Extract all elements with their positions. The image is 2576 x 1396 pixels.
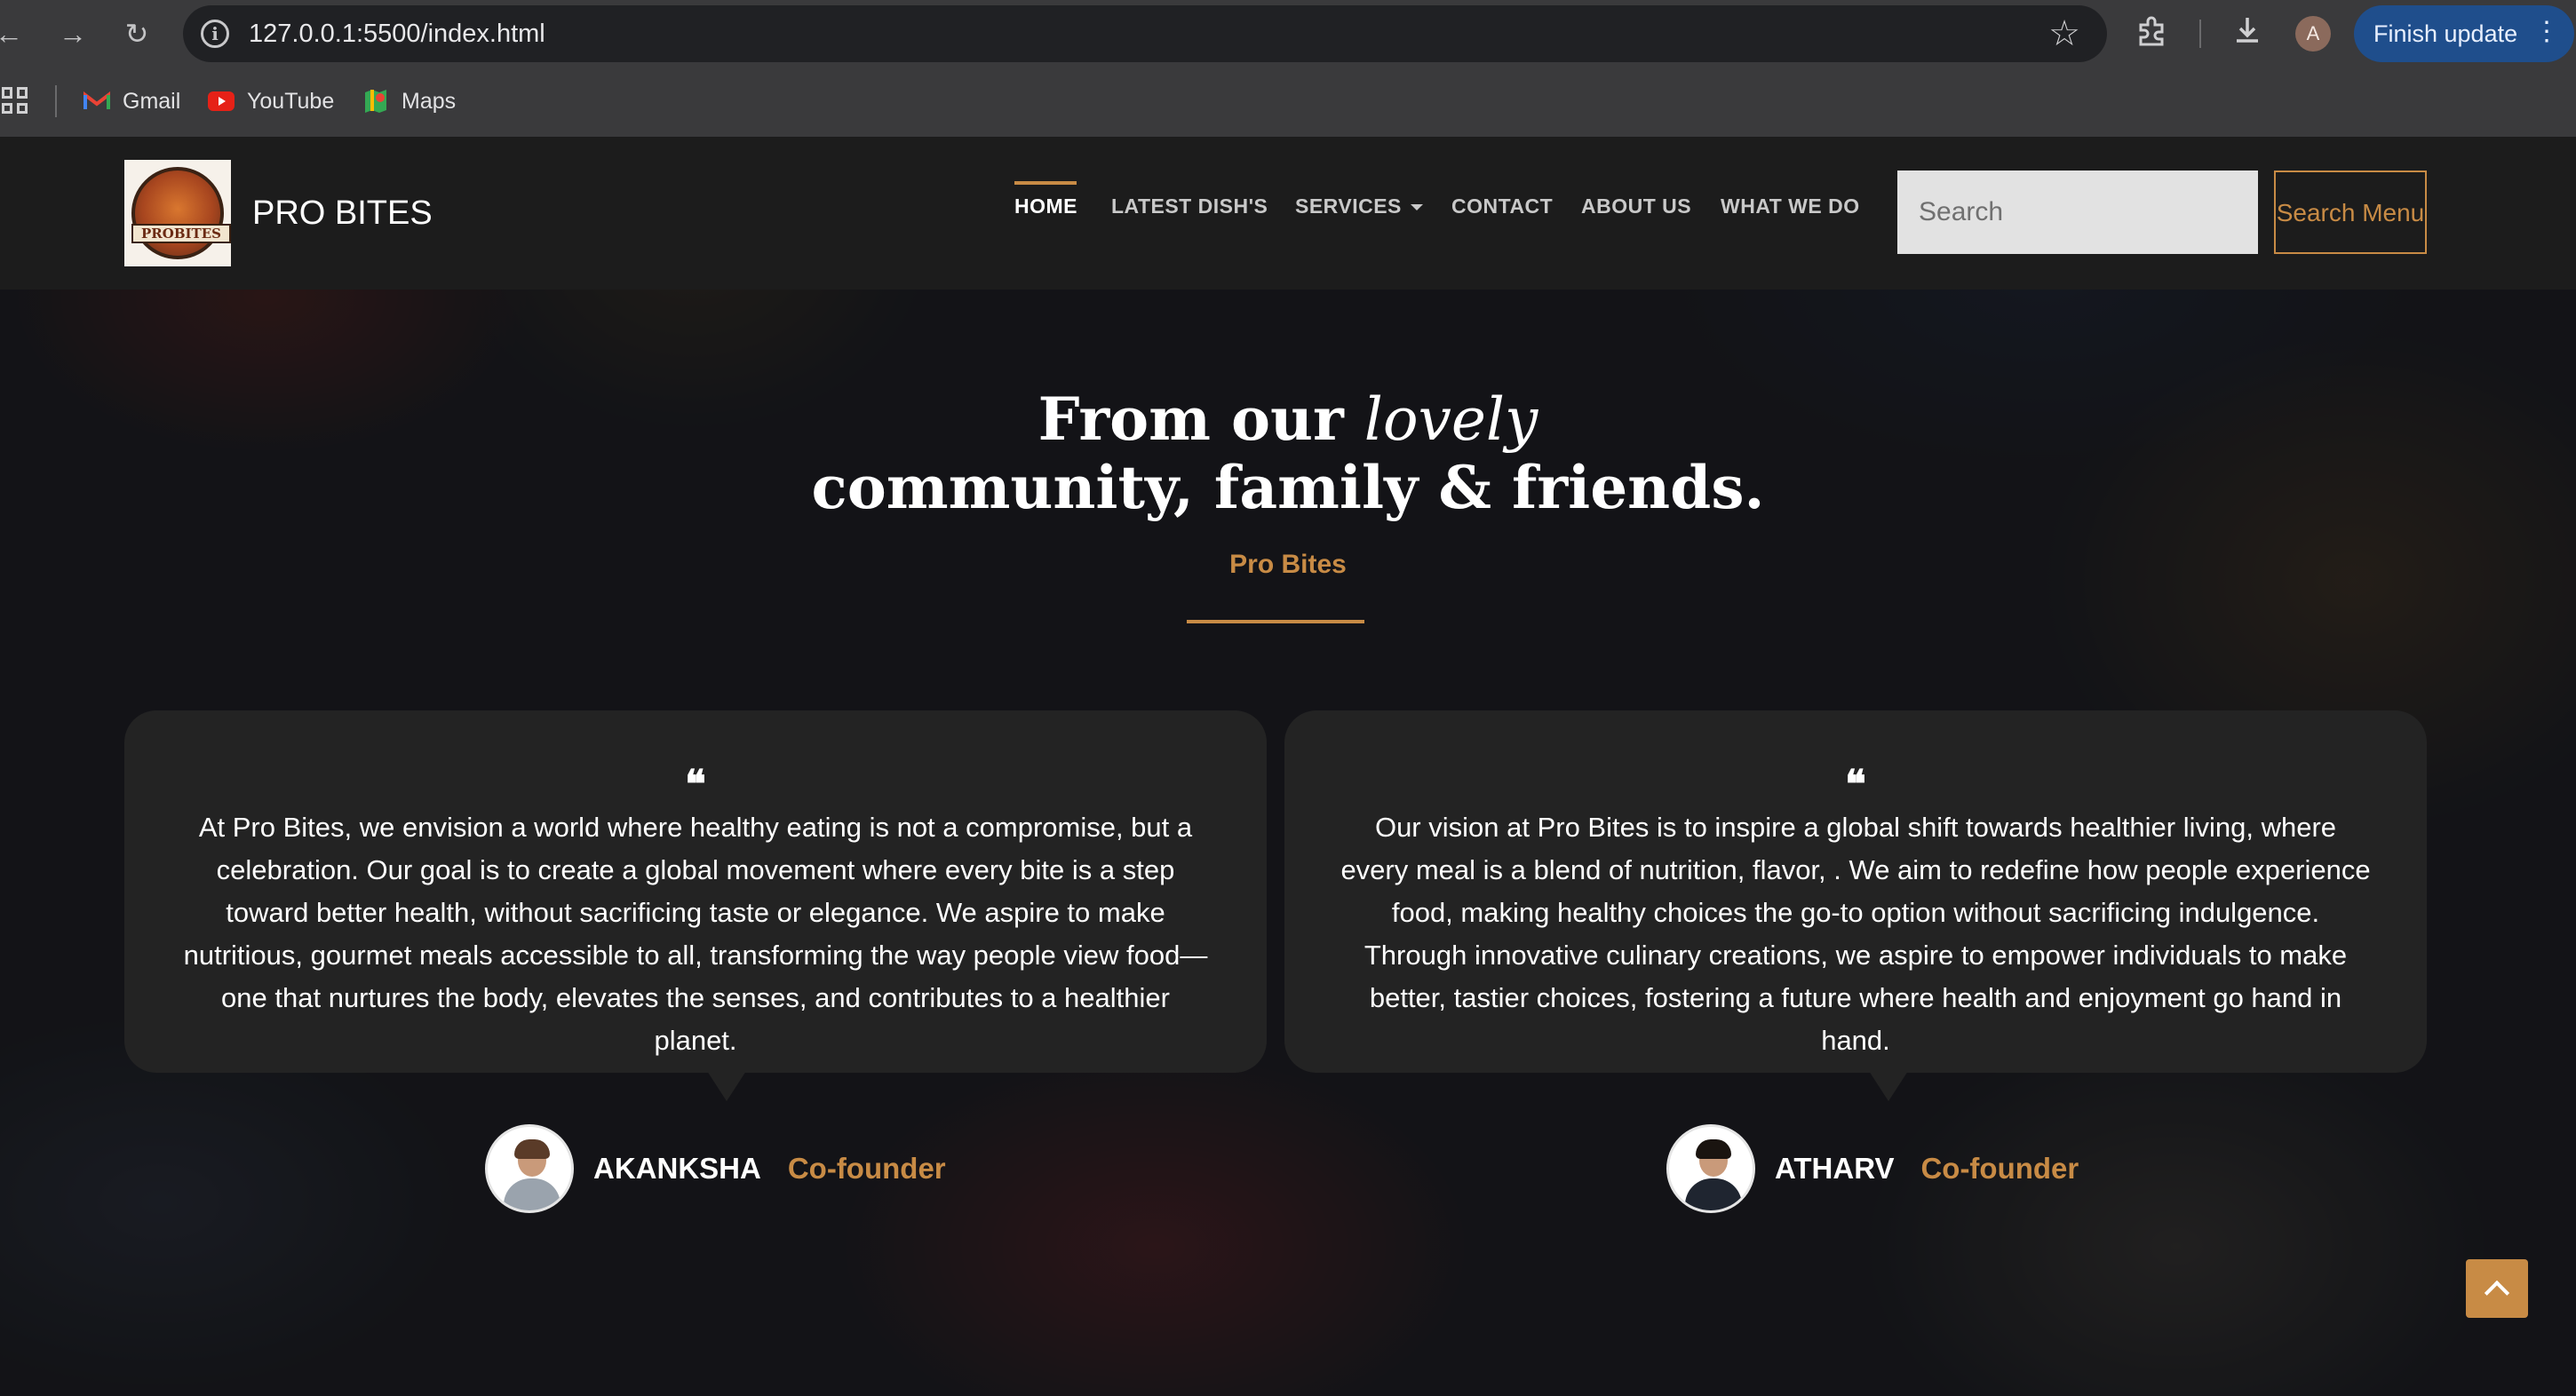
subtitle-underline [1187,620,1364,623]
avatar-hair [514,1139,550,1159]
heading-emphasis: lovely [1364,385,1538,454]
author-name: ATHARV [1775,1152,1895,1185]
apps-grid-icon[interactable] [2,87,28,114]
more-vert-icon[interactable]: ⋮ [2533,16,2560,48]
bookmark-label: Gmail [123,88,181,114]
bookmark-youtube[interactable]: YouTube [208,87,334,115]
testimonial-card: ❝ At Pro Bites, we envision a world wher… [124,710,1267,1073]
heading-pre: From our [1038,385,1344,454]
bookmark-gmail[interactable]: Gmail [83,87,180,115]
reload-icon[interactable]: ↻ [119,16,155,52]
heading-line2: community, family & friends. [811,453,1765,522]
probites-logo[interactable]: PROBITES [124,160,231,266]
bookmark-label: Maps [402,88,457,114]
bookmark-label: YouTube [247,88,335,114]
avatar-hair [1696,1139,1731,1159]
site-info-icon[interactable]: i [201,20,229,48]
bookmark-star-icon[interactable]: ☆ [2048,14,2080,53]
profile-avatar[interactable]: A [2295,16,2331,52]
avatar-body [504,1178,561,1210]
nav-home[interactable]: HOME [1014,194,1077,218]
download-icon[interactable] [2231,14,2263,55]
gmail-icon [83,91,110,112]
bookmark-maps[interactable]: Maps [362,87,456,115]
nav-what-we-do[interactable]: WHAT WE DO [1721,194,1860,218]
maps-icon [362,90,389,113]
testimonial-card: ❝ Our vision at Pro Bites is to inspire … [1284,710,2427,1073]
quote-icon: ❝ [1845,762,1866,807]
section-heading: From our lovely community, family & frie… [0,385,2576,521]
testimonial-text: At Pro Bites, we envision a world where … [183,812,1208,1056]
nav-services-label: SERVICES [1295,194,1402,218]
toolbar-separator [2199,20,2201,48]
extensions-icon[interactable] [2135,14,2167,55]
section-subtitle: Pro Bites [1229,550,1347,579]
finish-update-button[interactable]: Finish update ⋮ [2354,5,2574,62]
avatar [1666,1124,1755,1213]
youtube-icon [208,91,235,112]
site-navbar: PROBITES PRO BITES HOME LATEST DISH'S SE… [0,137,2576,290]
back-to-top-button[interactable] [2466,1259,2528,1318]
active-nav-indicator [1014,181,1077,185]
avatar [485,1124,574,1213]
finish-update-label: Finish update [2373,20,2518,47]
avatar-body [1685,1178,1742,1210]
forward-icon[interactable]: → [55,16,91,52]
card-pointer [1869,1071,1908,1101]
bookmarks-bar: Gmail YouTube Maps [0,67,2576,137]
chevron-up-icon [2484,1280,2510,1306]
testimonial-author: ATHARV Co-founder [1666,1122,2079,1215]
testimonial-author: AKANKSHA Co-founder [485,1122,946,1215]
nav-latest-dishes[interactable]: LATEST DISH'S [1111,194,1268,218]
nav-services[interactable]: SERVICES [1295,194,1423,218]
author-name: AKANKSHA [593,1152,761,1185]
nav-about-us[interactable]: ABOUT US [1581,194,1691,218]
dropdown-caret-icon [1410,204,1423,211]
browser-toolbar: ← → ↻ i 127.0.0.1:5500/index.html ☆ A Fi… [0,0,2576,67]
webpage: PROBITES PRO BITES HOME LATEST DISH'S SE… [0,137,2576,1396]
back-icon[interactable]: ← [0,16,27,52]
brand-name[interactable]: PRO BITES [252,194,433,233]
search-input[interactable] [1897,171,2258,254]
address-url[interactable]: 127.0.0.1:5500/index.html [249,18,545,50]
quote-icon: ❝ [685,762,706,807]
browser-chrome: ← → ↻ i 127.0.0.1:5500/index.html ☆ A Fi… [0,0,2576,137]
author-role: Co-founder [1920,1152,2079,1185]
search-menu-button[interactable]: Search Menu [2274,171,2427,254]
card-pointer [707,1071,746,1101]
testimonial-text: Our vision at Pro Bites is to inspire a … [1340,812,2371,1056]
bookmarks-separator [55,85,57,117]
nav-contact[interactable]: CONTACT [1451,194,1553,218]
logo-text: PROBITES [131,224,231,243]
address-bar[interactable]: i 127.0.0.1:5500/index.html ☆ [183,5,2107,62]
author-role: Co-founder [787,1152,946,1185]
logo-badge: PROBITES [131,167,231,259]
